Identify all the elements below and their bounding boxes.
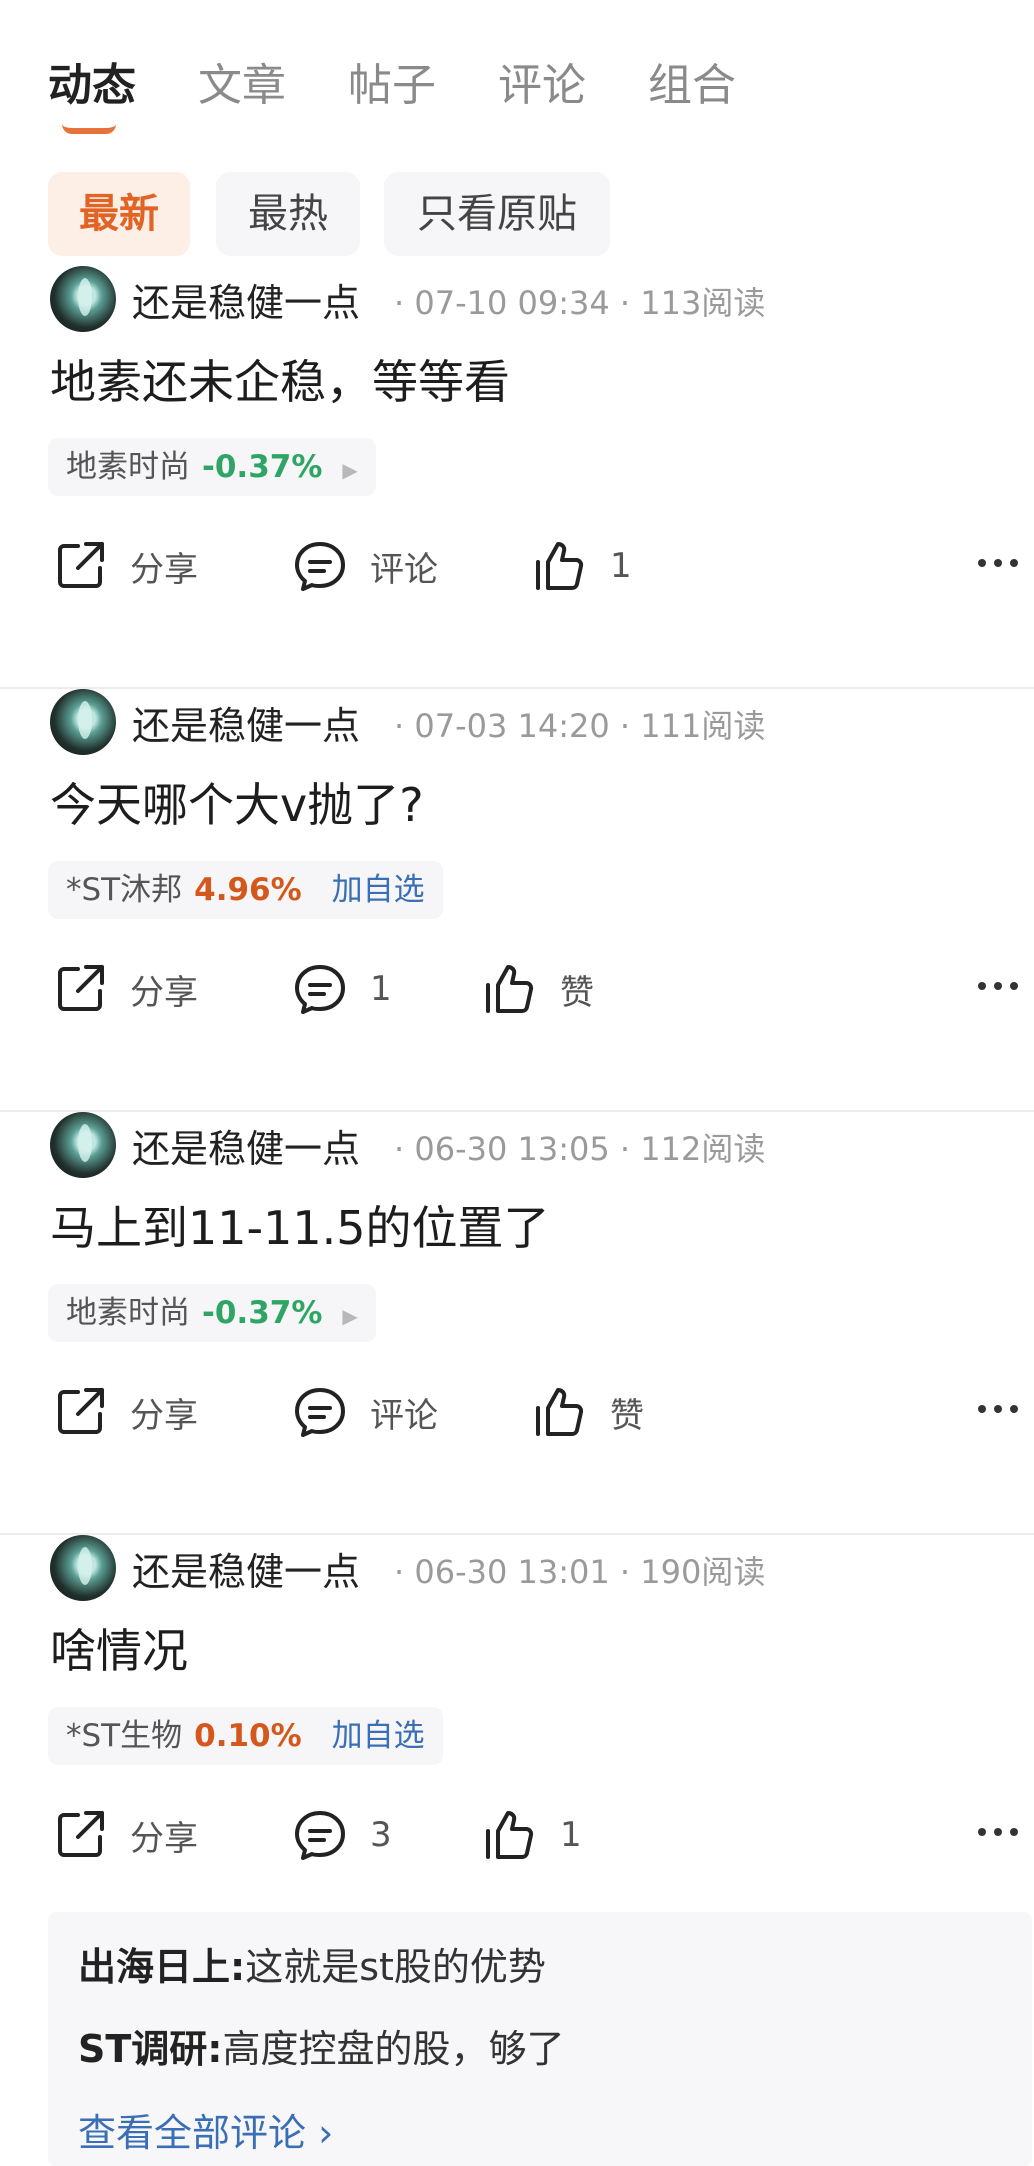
- avatar[interactable]: [50, 266, 116, 332]
- post-card[interactable]: 还是稳健一点 · 06-30 13:01 · 190阅读 啥情况 *ST生物 0.…: [0, 1535, 1034, 1958]
- stock-tag[interactable]: 地素时尚 -0.37% ▶: [48, 1284, 376, 1342]
- like-button[interactable]: 赞: [532, 1380, 644, 1444]
- comment-button[interactable]: 评论: [292, 1380, 438, 1444]
- post-meta: · 06-30 13:01 · 190阅读: [394, 1553, 766, 1591]
- tab-articles[interactable]: 文章: [198, 56, 286, 116]
- author-name[interactable]: 还是稳健一点: [132, 272, 360, 327]
- filter-original-only[interactable]: 只看原贴: [384, 172, 610, 256]
- stock-name: 地素时尚: [66, 449, 190, 485]
- stock-name: 地素时尚: [66, 1295, 190, 1331]
- share-button[interactable]: 分享: [52, 1803, 198, 1867]
- avatar[interactable]: [50, 689, 116, 755]
- post-card[interactable]: 还是稳健一点 · 07-10 09:34 · 113阅读 地素还未企稳，等等看 …: [0, 266, 1034, 689]
- add-to-watchlist[interactable]: 加自选: [332, 1718, 425, 1754]
- post-card[interactable]: 还是稳健一点 · 06-30 13:05 · 112阅读 马上到11-11.5的…: [0, 1112, 1034, 1535]
- comment-icon: [295, 965, 345, 1014]
- share-button[interactable]: 分享: [52, 534, 198, 598]
- tab-posts[interactable]: 帖子: [348, 56, 436, 116]
- tab-comments[interactable]: 评论: [498, 56, 586, 116]
- stock-name: *ST生物: [66, 1718, 183, 1754]
- thumbs-up-icon: [536, 1388, 584, 1436]
- like-label: 1: [610, 546, 632, 586]
- active-tab-indicator: [62, 124, 116, 134]
- tab-portfolio[interactable]: 组合: [648, 56, 736, 116]
- more-icon[interactable]: [976, 1402, 1020, 1416]
- post-text[interactable]: 地素还未企稳，等等看: [50, 346, 510, 412]
- post-actions: 分享 1 赞: [0, 957, 1034, 1021]
- avatar[interactable]: [50, 1112, 116, 1178]
- filter-hot[interactable]: 最热: [216, 172, 360, 256]
- play-arrow-icon: ▶: [342, 458, 358, 482]
- post-meta: · 06-30 13:05 · 112阅读: [394, 1130, 766, 1168]
- comment-text: 高度控盘的股，够了: [222, 2027, 565, 2071]
- like-label: 赞: [560, 972, 594, 1013]
- thumbs-up-icon: [536, 542, 584, 590]
- thumbs-up-icon: [486, 965, 534, 1013]
- share-button[interactable]: 分享: [52, 1380, 198, 1444]
- post-actions: 分享 3 1: [0, 1803, 1034, 1867]
- stock-tag[interactable]: *ST生物 0.10% 加自选: [48, 1707, 443, 1765]
- share-label: 分享: [130, 1818, 198, 1859]
- more-icon[interactable]: [976, 1825, 1020, 1839]
- filter-bar: 最新 最热 只看原贴: [0, 172, 1034, 256]
- filter-latest[interactable]: 最新: [48, 172, 190, 256]
- like-label: 1: [560, 1815, 582, 1855]
- comment-icon: [295, 1388, 345, 1437]
- post-actions: 分享 评论 赞: [0, 1380, 1034, 1444]
- author-name[interactable]: 还是稳健一点: [132, 695, 360, 750]
- comment-item[interactable]: 出海日上:这就是st股的优势: [78, 1936, 546, 1991]
- post-card[interactable]: 还是稳健一点 · 07-03 14:20 · 111阅读 今天哪个大v抛了? *…: [0, 689, 1034, 1112]
- share-icon: [58, 965, 104, 1011]
- more-icon[interactable]: [976, 556, 1020, 570]
- post-actions: 分享 评论 1: [0, 534, 1034, 598]
- like-button[interactable]: 1: [482, 1803, 582, 1867]
- avatar[interactable]: [50, 1535, 116, 1601]
- stock-change: 4.96%: [194, 872, 302, 908]
- play-arrow-icon: ▶: [342, 1304, 358, 1328]
- view-all-comments-link[interactable]: 查看全部评论 ›: [78, 2102, 333, 2157]
- stock-name: *ST沐邦: [66, 872, 183, 908]
- like-label: 赞: [610, 1395, 644, 1436]
- tab-dynamics[interactable]: 动态: [48, 56, 136, 116]
- comment-button[interactable]: 评论: [292, 534, 438, 598]
- more-icon[interactable]: [976, 979, 1020, 993]
- post-text[interactable]: 马上到11-11.5的位置了: [50, 1192, 550, 1258]
- stock-tag[interactable]: 地素时尚 -0.37% ▶: [48, 438, 376, 496]
- comment-button[interactable]: 1: [292, 957, 392, 1021]
- share-icon: [58, 542, 104, 588]
- like-button[interactable]: 赞: [482, 957, 594, 1021]
- share-label: 分享: [130, 1395, 198, 1436]
- post-meta: · 07-10 09:34 · 113阅读: [394, 284, 766, 322]
- author-name[interactable]: 还是稳健一点: [132, 1118, 360, 1173]
- stock-change: -0.37%: [202, 449, 323, 485]
- add-to-watchlist[interactable]: 加自选: [332, 872, 425, 908]
- post-text[interactable]: 啥情况: [50, 1615, 188, 1681]
- comment-label: 评论: [370, 549, 438, 590]
- thumbs-up-icon: [486, 1811, 534, 1859]
- stock-change: 0.10%: [194, 1718, 302, 1754]
- stock-tag[interactable]: *ST沐邦 4.96% 加自选: [48, 861, 443, 919]
- post-meta: · 07-03 14:20 · 111阅读: [394, 707, 766, 745]
- author-name[interactable]: 还是稳健一点: [132, 1541, 360, 1596]
- share-label: 分享: [130, 972, 198, 1013]
- comment-label: 3: [370, 1815, 392, 1855]
- comment-text: 这就是st股的优势: [245, 1945, 546, 1989]
- share-button[interactable]: 分享: [52, 957, 198, 1021]
- comment-icon: [295, 542, 345, 591]
- share-icon: [58, 1811, 104, 1857]
- like-button[interactable]: 1: [532, 534, 632, 598]
- comments-preview[interactable]: 出海日上:这就是st股的优势 ST调研:高度控盘的股，够了 查看全部评论 ›: [48, 1912, 1032, 2166]
- stock-change: -0.37%: [202, 1295, 323, 1331]
- commenter-name[interactable]: 出海日上:: [78, 1945, 245, 1989]
- comment-item[interactable]: ST调研:高度控盘的股，够了: [78, 2018, 565, 2073]
- top-tabs: 动态 文章 帖子 评论 组合: [0, 0, 1034, 160]
- comment-label: 1: [370, 969, 392, 1009]
- comment-label: 评论: [370, 1395, 438, 1436]
- comment-button[interactable]: 3: [292, 1803, 392, 1867]
- post-text[interactable]: 今天哪个大v抛了?: [50, 769, 424, 835]
- comment-icon: [295, 1811, 345, 1860]
- share-label: 分享: [130, 549, 198, 590]
- commenter-name[interactable]: ST调研:: [78, 2027, 223, 2071]
- share-icon: [58, 1388, 104, 1434]
